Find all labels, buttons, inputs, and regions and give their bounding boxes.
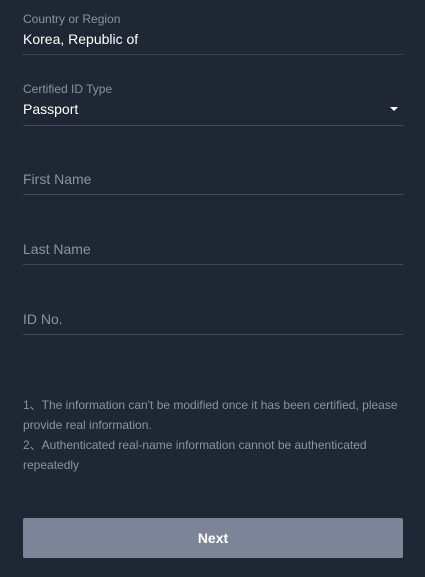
id-no-divider [23, 334, 403, 335]
country-value: Korea, Republic of [23, 31, 139, 47]
last-name-field[interactable]: Last Name [23, 225, 403, 265]
note-item: 1、The information can't be modified once… [23, 398, 398, 432]
next-button[interactable]: Next [23, 518, 403, 558]
id-type-label: Certified ID Type [23, 82, 113, 96]
country-divider [23, 54, 403, 55]
last-name-placeholder: Last Name [23, 241, 91, 257]
country-label: Country or Region [23, 12, 121, 26]
caret-down-icon[interactable] [390, 107, 398, 111]
country-field[interactable]: Country or Region Korea, Republic of [23, 0, 403, 56]
id-no-placeholder: ID No. [23, 311, 63, 327]
note-item: 2、Authenticated real-name information ca… [23, 438, 367, 472]
id-type-divider [23, 125, 403, 126]
first-name-field[interactable]: First Name [23, 155, 403, 195]
id-no-field[interactable]: ID No. [23, 295, 403, 335]
id-type-select[interactable]: Certified ID Type Passport [23, 70, 403, 126]
first-name-placeholder: First Name [23, 171, 92, 187]
notes: 1、The information can't be modified once… [23, 395, 403, 475]
first-name-divider [23, 194, 403, 195]
id-type-value: Passport [23, 101, 79, 117]
last-name-divider [23, 264, 403, 265]
